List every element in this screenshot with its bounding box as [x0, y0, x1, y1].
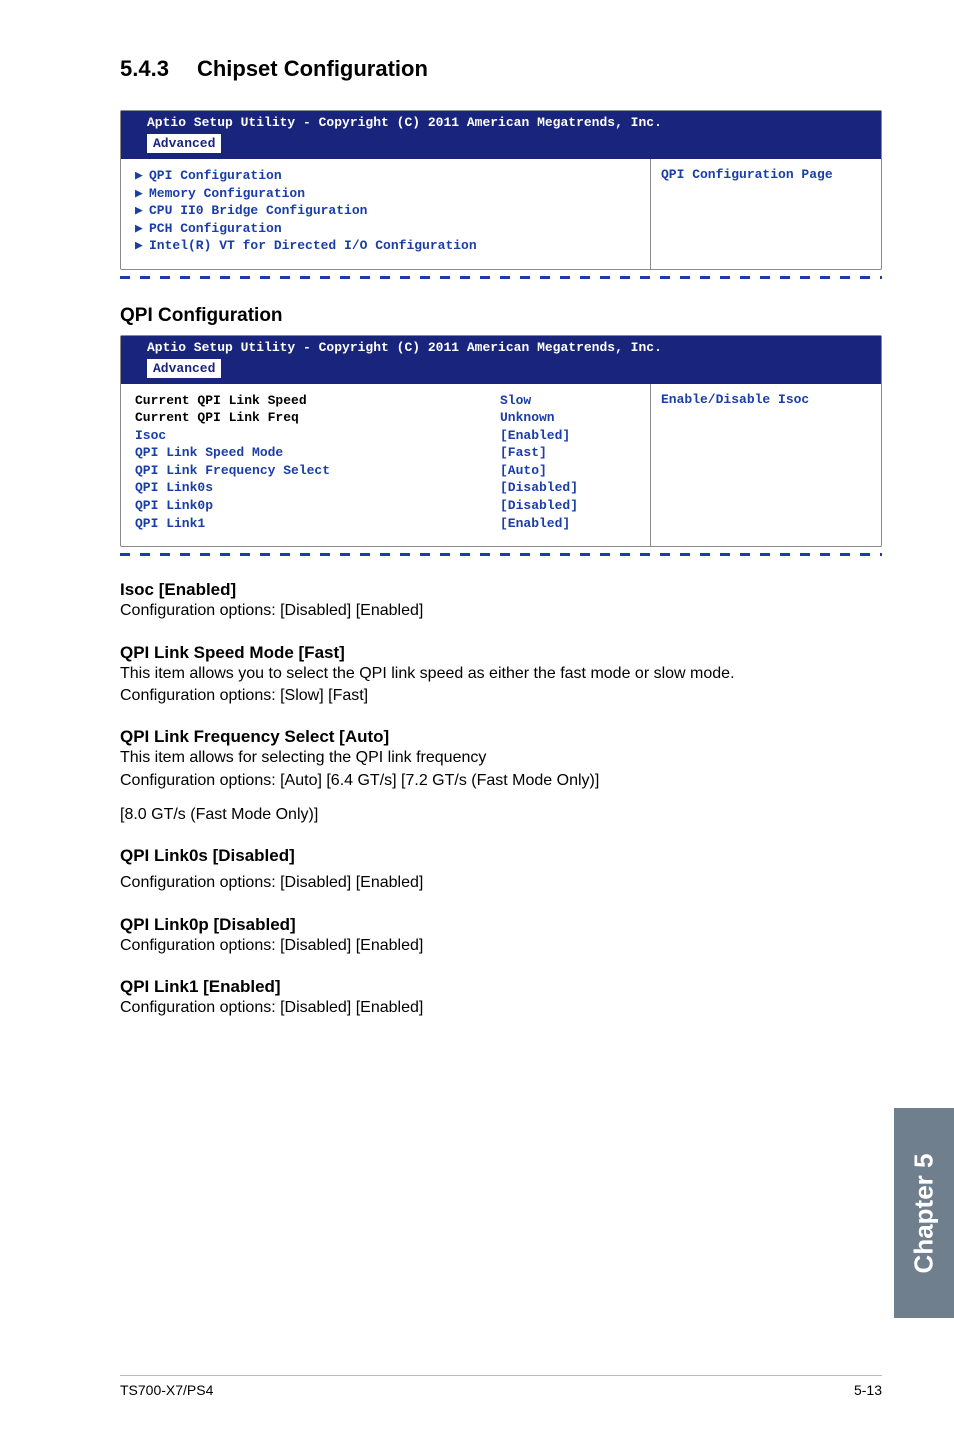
item-body: [8.0 GT/s (Fast Mode Only)] [120, 804, 882, 826]
bios-setting-label: QPI Link0p [135, 497, 500, 515]
bios-setting-value: [Fast] [500, 444, 640, 462]
bios-tab-advanced: Advanced [147, 359, 221, 378]
bios-header-text: Aptio Setup Utility - Copyright (C) 2011… [147, 340, 873, 355]
subheading-qpi-configuration: QPI Configuration [120, 305, 882, 327]
bios-menu-label: QPI Configuration [149, 167, 640, 185]
bios-setting-label: QPI Link Speed Mode [135, 444, 500, 462]
bios-setting-value: [Enabled] [500, 515, 640, 533]
divider-dashes [120, 276, 882, 279]
bios-setting-value: Slow [500, 392, 640, 410]
item-body: Configuration options: [Disabled] [Enabl… [120, 997, 882, 1019]
bios-menu-label: PCH Configuration [149, 220, 640, 238]
bios-menu-item[interactable]: ▶Memory Configuration [135, 185, 640, 203]
bios-menu-item[interactable]: ▶PCH Configuration [135, 220, 640, 238]
bios-setting-row[interactable]: QPI Link1[Enabled] [135, 515, 640, 533]
bios-setting-row[interactable]: QPI Link Frequency Select[Auto] [135, 462, 640, 480]
item-body: This item allows you to select the QPI l… [120, 663, 882, 685]
bios-setting-label: Current QPI Link Speed [135, 392, 500, 410]
bios-setting-label: Current QPI Link Freq [135, 409, 500, 427]
bios-setting-value: [Enabled] [500, 427, 640, 445]
bios-help-pane: Enable/Disable Isoc [651, 384, 881, 546]
item-body: Configuration options: [Slow] [Fast] [120, 685, 882, 707]
item-body: Configuration options: [Auto] [6.4 GT/s]… [120, 770, 882, 792]
item-body: This item allows for selecting the QPI l… [120, 747, 882, 769]
bios-header-text: Aptio Setup Utility - Copyright (C) 2011… [147, 115, 873, 130]
bios-menu-item[interactable]: ▶Intel(R) VT for Directed I/O Configurat… [135, 237, 640, 255]
section-heading: 5.4.3 Chipset Configuration [120, 56, 882, 82]
footer-page-number: 5-13 [854, 1382, 882, 1398]
bios-settings-list: Current QPI Link SpeedSlow Current QPI L… [121, 384, 651, 546]
divider-dashes [120, 553, 882, 556]
submenu-arrow-icon: ▶ [135, 220, 149, 238]
submenu-arrow-icon: ▶ [135, 185, 149, 203]
submenu-arrow-icon: ▶ [135, 167, 149, 185]
bios-setting-row[interactable]: Isoc[Enabled] [135, 427, 640, 445]
chapter-tab: Chapter 5 [894, 1108, 954, 1318]
item-body: Configuration options: [Disabled] [Enabl… [120, 600, 882, 622]
bios-setting-value: Unknown [500, 409, 640, 427]
section-title: Chipset Configuration [197, 56, 428, 82]
page-footer: TS700-X7/PS4 5-13 [120, 1375, 882, 1398]
bios-setting-value: [Auto] [500, 462, 640, 480]
bios-help-text: Enable/Disable Isoc [661, 392, 871, 407]
bios-menu-label: Intel(R) VT for Directed I/O Configurati… [149, 237, 640, 255]
bios-help-pane: QPI Configuration Page [651, 159, 881, 269]
bios-menu: ▶QPI Configuration ▶Memory Configuration… [121, 159, 651, 269]
bios-setting-label: QPI Link0s [135, 479, 500, 497]
bios-setting-value: [Disabled] [500, 479, 640, 497]
item-heading-speed: QPI Link Speed Mode [Fast] [120, 643, 882, 663]
item-body: Configuration options: [Disabled] [Enabl… [120, 935, 882, 957]
item-heading-link0s: QPI Link0s [Disabled] [120, 846, 882, 866]
bios-setting-label: Isoc [135, 427, 500, 445]
footer-model: TS700-X7/PS4 [120, 1382, 213, 1398]
bios-setting-value: [Disabled] [500, 497, 640, 515]
item-heading-link1: QPI Link1 [Enabled] [120, 977, 882, 997]
item-heading-isoc: Isoc [Enabled] [120, 580, 882, 600]
bios-menu-label: Memory Configuration [149, 185, 640, 203]
bios-panel-chipset: Aptio Setup Utility - Copyright (C) 2011… [120, 110, 882, 270]
bios-setting-row[interactable]: QPI Link Speed Mode[Fast] [135, 444, 640, 462]
bios-setting-row: Current QPI Link FreqUnknown [135, 409, 640, 427]
bios-menu-item[interactable]: ▶QPI Configuration [135, 167, 640, 185]
item-body: Configuration options: [Disabled] [Enabl… [120, 872, 882, 894]
section-number: 5.4.3 [120, 56, 169, 82]
bios-setting-row: Current QPI Link SpeedSlow [135, 392, 640, 410]
bios-header: Aptio Setup Utility - Copyright (C) 2011… [121, 111, 881, 159]
item-heading-link0p: QPI Link0p [Disabled] [120, 915, 882, 935]
bios-help-text: QPI Configuration Page [661, 167, 871, 182]
bios-setting-label: QPI Link Frequency Select [135, 462, 500, 480]
bios-panel-qpi: Aptio Setup Utility - Copyright (C) 2011… [120, 335, 882, 547]
bios-setting-row[interactable]: QPI Link0p[Disabled] [135, 497, 640, 515]
bios-setting-label: QPI Link1 [135, 515, 500, 533]
submenu-arrow-icon: ▶ [135, 237, 149, 255]
submenu-arrow-icon: ▶ [135, 202, 149, 220]
chapter-tab-label: Chapter 5 [909, 1153, 940, 1273]
bios-menu-label: CPU II0 Bridge Configuration [149, 202, 640, 220]
bios-header: Aptio Setup Utility - Copyright (C) 2011… [121, 336, 881, 384]
item-heading-freq: QPI Link Frequency Select [Auto] [120, 727, 882, 747]
bios-tab-advanced: Advanced [147, 134, 221, 153]
bios-menu-item[interactable]: ▶CPU II0 Bridge Configuration [135, 202, 640, 220]
bios-setting-row[interactable]: QPI Link0s[Disabled] [135, 479, 640, 497]
